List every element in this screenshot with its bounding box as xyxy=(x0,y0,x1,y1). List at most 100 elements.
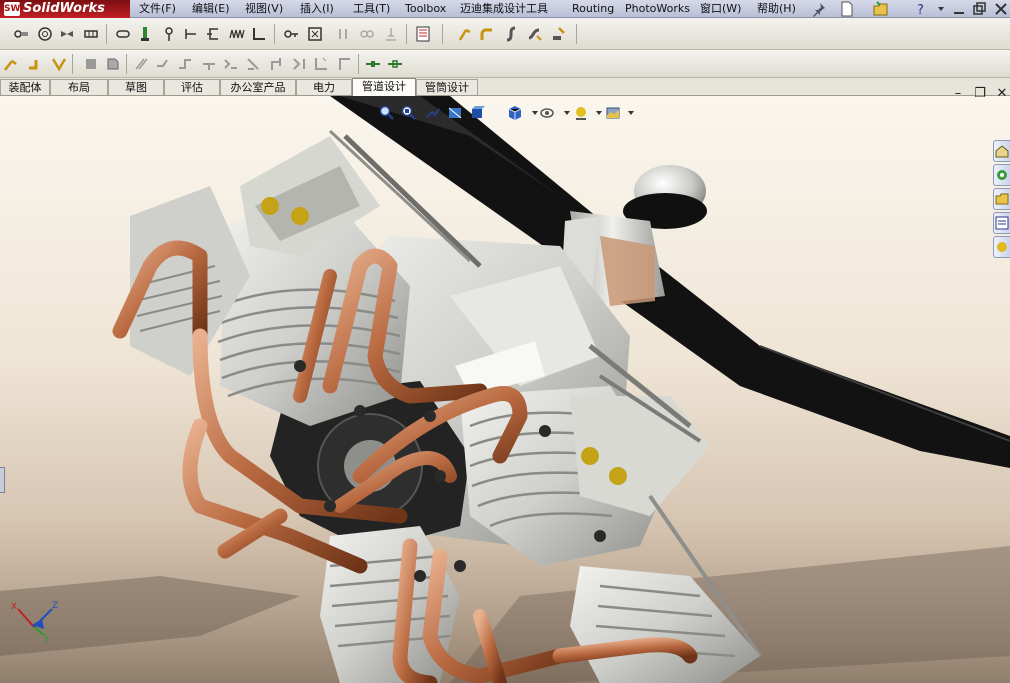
menu-bar: SW SolidWorks 文件(F) 编辑(E) 视图(V) 插入(I) 工具(… xyxy=(0,0,1010,18)
zoom-to-fit-icon[interactable] xyxy=(378,104,396,122)
ortho-route-icon[interactable] xyxy=(336,55,354,73)
piping-toolbar xyxy=(0,50,1010,78)
start-route-icon[interactable] xyxy=(2,55,20,73)
view-orientation-icon[interactable] xyxy=(468,104,486,122)
hide-show-items-icon[interactable] xyxy=(538,104,556,122)
elbow-icon[interactable] xyxy=(250,25,268,43)
help-icon[interactable]: ? xyxy=(912,0,930,18)
doc-close-button[interactable]: ✕ xyxy=(994,86,1010,102)
tab-sketch[interactable]: 草图 xyxy=(108,79,164,95)
solidworks-logo: SW SolidWorks xyxy=(0,0,130,18)
scene-icon[interactable] xyxy=(604,104,622,122)
corner-icon[interactable] xyxy=(312,55,330,73)
edit-fitting-icon[interactable] xyxy=(104,55,122,73)
tab-tubing[interactable]: 管筒设计 xyxy=(416,79,478,95)
valve-icon[interactable] xyxy=(58,25,76,43)
graphics-viewport[interactable] xyxy=(0,96,1010,683)
view-palette-icon[interactable] xyxy=(993,212,1010,234)
minimize-icon[interactable] xyxy=(950,0,968,18)
flange-icon[interactable] xyxy=(36,25,54,43)
coupling-icon[interactable] xyxy=(82,25,100,43)
menu-tools[interactable]: 工具(T) xyxy=(353,0,390,18)
menu-toolbox[interactable]: Toolbox xyxy=(405,0,446,18)
task-pane xyxy=(993,140,1010,260)
sketch-route-icon[interactable] xyxy=(132,55,150,73)
insert-fitting-icon[interactable] xyxy=(82,55,100,73)
menu-maidi-tools[interactable]: 迈迪集成设计工具 xyxy=(460,0,548,18)
shrinkwrap-icon[interactable] xyxy=(244,55,262,73)
tab-evaluate[interactable]: 评估 xyxy=(164,79,220,95)
menu-edit[interactable]: 编辑(E) xyxy=(192,0,230,18)
triad-x-label: X xyxy=(11,602,17,612)
appearances-icon[interactable] xyxy=(993,236,1010,258)
command-manager-tabs: 装配体 布局 草图 评估 办公室产品 电力 管道设计 管筒设计 xyxy=(0,78,1010,96)
feature-manager-handle[interactable] xyxy=(0,467,5,493)
sw-badge: SW xyxy=(4,1,21,16)
doc-restore-button[interactable]: ❐ xyxy=(972,86,988,102)
triad-z-label: Z xyxy=(52,601,58,611)
tab-assembly[interactable]: 装配体 xyxy=(0,79,50,95)
zoom-to-area-icon[interactable] xyxy=(400,104,418,122)
triad-y-label: Y xyxy=(43,635,50,643)
spring-icon[interactable] xyxy=(228,25,246,43)
svg-text:?: ? xyxy=(917,3,924,17)
menu-view[interactable]: 视图(V) xyxy=(245,0,283,18)
sprinkler-icon[interactable] xyxy=(136,25,154,43)
engine-model-render xyxy=(0,96,1010,683)
tab-piping[interactable]: 管道设计 xyxy=(352,78,416,96)
design-library-icon[interactable] xyxy=(993,164,1010,186)
clip-icon[interactable] xyxy=(334,25,352,43)
menu-help[interactable]: 帮助(H) xyxy=(757,0,796,18)
menu-file[interactable]: 文件(F) xyxy=(139,0,176,18)
key-icon[interactable] xyxy=(282,25,300,43)
drag-drop-fitting-icon[interactable] xyxy=(26,55,44,73)
point-icon[interactable] xyxy=(160,25,178,43)
doc-minimize-button[interactable]: – xyxy=(950,86,966,102)
tab-electrical[interactable]: 电力 xyxy=(296,79,352,95)
s-bend-icon[interactable] xyxy=(502,25,520,43)
route-fitting-icon[interactable] xyxy=(12,25,30,43)
open-folder-icon[interactable] xyxy=(872,0,890,18)
solidworks-resources-icon[interactable] xyxy=(993,140,1010,162)
previous-view-icon[interactable] xyxy=(424,104,442,122)
route-properties-icon[interactable] xyxy=(550,25,568,43)
restore-icon[interactable] xyxy=(970,0,988,18)
edit-appearance-icon[interactable] xyxy=(572,104,590,122)
new-document-icon[interactable] xyxy=(838,0,856,18)
route-branch-icon[interactable] xyxy=(268,55,286,73)
reference-triad: X Z Y xyxy=(11,601,58,643)
reroute-icon[interactable] xyxy=(222,55,240,73)
scene-dropdown-icon[interactable] xyxy=(622,104,640,122)
route-connect-icon[interactable] xyxy=(386,55,404,73)
route-point-icon[interactable] xyxy=(204,25,222,43)
auto-route-icon[interactable] xyxy=(50,55,68,73)
bend-pipe-icon[interactable] xyxy=(478,25,496,43)
route-wizard-icon[interactable] xyxy=(456,25,474,43)
section-view-icon[interactable] xyxy=(446,104,464,122)
routing-toolbar xyxy=(0,18,1010,50)
edit-route-icon[interactable] xyxy=(526,25,544,43)
file-explorer-icon[interactable] xyxy=(993,188,1010,210)
display-style-icon[interactable] xyxy=(506,104,524,122)
menu-photoworks[interactable]: PhotoWorks xyxy=(625,0,690,18)
add-point-icon[interactable] xyxy=(154,55,172,73)
support-icon[interactable] xyxy=(382,25,400,43)
menu-routing[interactable]: Routing xyxy=(572,0,614,18)
dropdown-arrow-icon[interactable] xyxy=(932,0,950,18)
add-tee-icon[interactable] xyxy=(200,55,218,73)
tab-office-products[interactable]: 办公室产品 xyxy=(220,79,296,95)
drawing-icon[interactable] xyxy=(306,25,324,43)
pin-icon[interactable] xyxy=(810,0,828,18)
chain-icon[interactable] xyxy=(358,25,376,43)
connection-point-icon[interactable] xyxy=(182,25,200,43)
tab-layout[interactable]: 布局 xyxy=(50,79,108,95)
split-icon[interactable] xyxy=(290,55,308,73)
app-title: SolidWorks xyxy=(23,1,105,16)
menu-window[interactable]: 窗口(W) xyxy=(700,0,741,18)
menu-insert[interactable]: 插入(I) xyxy=(300,0,334,18)
close-icon[interactable] xyxy=(992,0,1010,18)
pipe-icon[interactable] xyxy=(114,25,132,43)
bom-icon[interactable] xyxy=(414,25,432,43)
split-route-icon[interactable] xyxy=(176,55,194,73)
connect-point-icon[interactable] xyxy=(364,55,382,73)
